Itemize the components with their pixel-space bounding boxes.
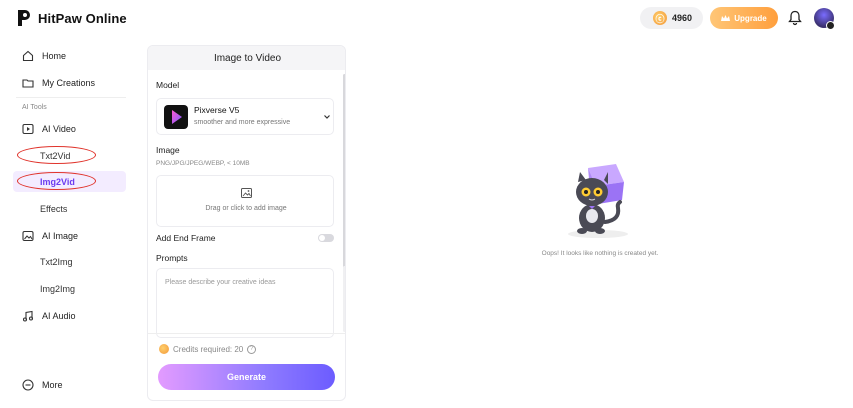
chevron-down-icon [324,115,330,119]
sidebar-item-img2img[interactable]: Img2Img [40,284,75,294]
prompt-placeholder: Please describe your creative ideas [165,279,276,286]
sidebar-item-home[interactable]: Home [22,50,66,62]
model-description: smoother and more expressive [194,119,291,126]
home-icon [22,50,34,62]
end-frame-label: Add End Frame [156,233,216,243]
video-icon [22,123,34,135]
upgrade-button[interactable]: Upgrade [710,7,778,29]
sidebar-item-my-creations[interactable]: My Creations [22,77,95,89]
sidebar-item-ai-image[interactable]: AI Image [22,230,78,242]
annotation-ellipse-img2vid [17,172,96,190]
app-root: HitPaw Online ⓒ 4960 Upgrade Home My Cre… [0,0,853,408]
upload-instructions: Drag or click to add image [205,205,287,212]
logo-icon [18,10,30,26]
image-icon [22,230,34,242]
coin-icon [159,344,169,354]
info-icon[interactable]: ? [247,344,257,354]
sidebar-item-label: AI Audio [42,311,76,321]
model-label: Model [156,80,180,90]
bell-icon[interactable] [788,10,802,26]
panel-scroll-track [343,266,345,332]
model-selector[interactable]: Pixverse V5 smoother and more expressive [156,98,334,135]
image-format-hint: PNG/JPG/JPEG/WEBP, < 10MB [156,160,250,167]
annotation-ellipse-txt2vid [17,146,96,164]
sidebar-item-ai-video[interactable]: AI Video [22,123,76,135]
image-upload-dropzone[interactable]: Drag or click to add image [156,175,334,227]
prompts-label: Prompts [156,253,188,263]
sidebar-item-label: AI Image [42,231,79,241]
sidebar-item-label: Home [42,51,67,61]
add-image-icon [241,188,252,198]
sidebar-item-more[interactable]: More [22,379,63,391]
sidebar-item-label: AI Video [42,124,76,134]
pixverse-logo-icon [172,110,182,124]
sidebar-item-label: More [42,380,63,390]
sidebar-item-ai-audio[interactable]: AI Audio [22,310,76,322]
image-label: Image [156,145,180,155]
music-icon [22,310,34,322]
upgrade-label: Upgrade [734,13,767,23]
sidebar-item-label: My Creations [42,78,96,88]
generate-button[interactable]: Generate [158,364,335,390]
crown-icon [721,14,731,21]
prompt-textarea[interactable]: Please describe your creative ideas [156,268,334,338]
model-name: Pixverse V5 [194,105,240,115]
brand-logo[interactable]: HitPaw Online [16,8,127,28]
coin-icon: ⓒ [653,11,667,25]
end-frame-toggle[interactable] [318,234,334,242]
credits-balance[interactable]: ⓒ 4960 [640,7,703,29]
brand-name: HitPaw Online [38,10,127,26]
sidebar-item-txt2img[interactable]: Txt2Img [40,257,73,267]
sidebar-section-label: AI Tools [22,104,47,111]
credits-required-text: Credits required: 20 [173,344,244,354]
credits-value: 4960 [672,13,693,23]
avatar-badge [826,21,835,30]
folder-icon [22,79,34,88]
toggle-knob [319,235,325,241]
sidebar-divider [16,97,126,98]
credits-required: Credits required: 20 ? [159,344,257,354]
panel-title: Image to Video [148,46,345,70]
panel-footer-divider [148,333,345,334]
model-thumbnail [164,105,188,129]
image-to-video-panel: Image to Video Model Pixverse V5 smoothe… [147,45,346,401]
sidebar-item-effects[interactable]: Effects [40,204,67,214]
panel-scrollbar[interactable] [343,74,345,269]
empty-state-cat-illustration [568,164,628,238]
empty-state-message: Oops! It looks like nothing is created y… [541,250,659,257]
more-icon [22,379,34,391]
